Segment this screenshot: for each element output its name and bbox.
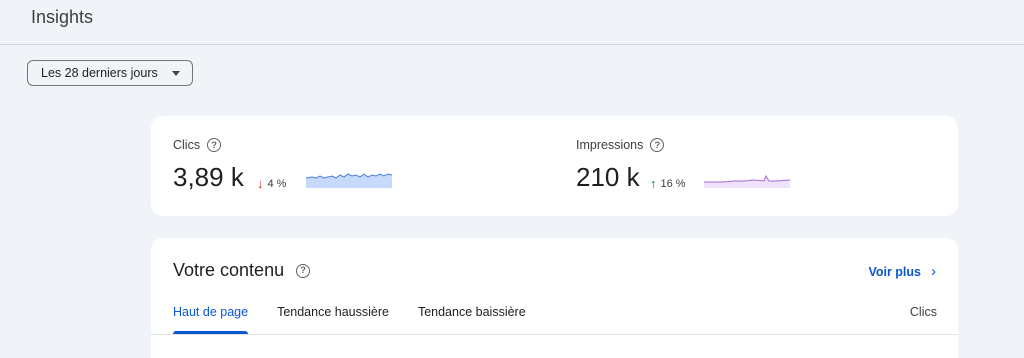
- metric-impressions-value: 210 k: [576, 162, 640, 192]
- tabs-divider: [151, 334, 958, 335]
- see-more-link[interactable]: Voir plus ›: [868, 263, 936, 280]
- metric-impressions-label: Impressions: [576, 138, 644, 152]
- metric-impressions-trend: ↑ 16 %: [650, 176, 686, 191]
- metric-clicks-trend: ↓ 4 %: [257, 176, 286, 191]
- clicks-sparkline: [306, 173, 392, 188]
- tab-trending-up[interactable]: Tendance haussière: [277, 305, 389, 330]
- metric-clicks-label: Clics: [173, 138, 201, 152]
- content-tabs: Haut de page Tendance haussière Tendance…: [173, 305, 555, 334]
- header-divider: [0, 44, 1024, 45]
- column-header-clicks: Clics: [909, 305, 937, 319]
- page-title: Insights: [31, 7, 94, 27]
- content-title: Votre contenu: [173, 260, 285, 280]
- help-circle-icon[interactable]: ?: [650, 138, 665, 152]
- date-range-label: Les 28 derniers jours: [41, 66, 158, 80]
- help-circle-icon[interactable]: ?: [207, 138, 222, 152]
- metric-impressions-change: 16 %: [660, 177, 686, 190]
- tab-trending-down[interactable]: Tendance baissière: [418, 305, 526, 330]
- impressions-sparkline: [704, 174, 790, 188]
- tab-top[interactable]: Haut de page: [173, 305, 249, 334]
- date-range-select[interactable]: Les 28 derniers jours: [27, 60, 193, 86]
- see-more-label: Voir plus: [868, 264, 921, 279]
- metric-clicks-change: 4 %: [267, 177, 287, 190]
- metrics-card: Clics ? 3,89 k ↓ 4 % Impressions ? 210 k…: [151, 116, 958, 216]
- arrow-down-icon: ↓: [257, 176, 264, 191]
- arrow-up-icon: ↑: [650, 176, 657, 191]
- chevron-right-icon: ›: [931, 263, 936, 280]
- help-circle-icon[interactable]: ?: [296, 263, 311, 278]
- content-card: Votre contenu ? Voir plus › Haut de page…: [151, 238, 958, 358]
- caret-down-icon: [172, 71, 180, 76]
- metric-clicks-value: 3,89 k: [173, 162, 244, 192]
